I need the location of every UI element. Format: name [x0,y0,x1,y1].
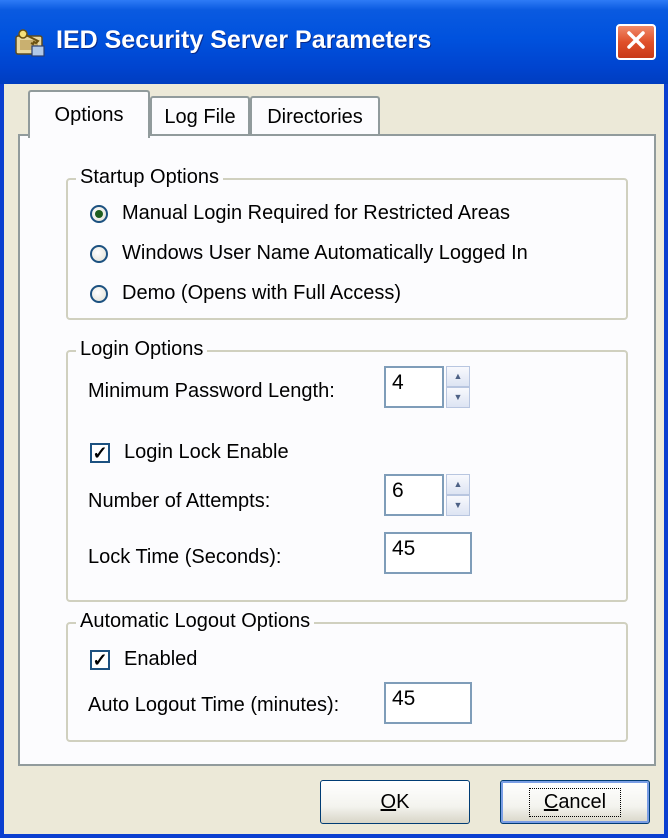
attempts-label: Number of Attempts: [88,490,271,512]
radio-manual-login[interactable]: Manual Login Required for Restricted Are… [90,202,510,225]
lock-time-label: Lock Time (Seconds): [88,546,282,568]
cancel-label: Cancel [528,787,622,817]
radio-demo[interactable]: Demo (Opens with Full Access) [90,282,401,305]
tab-directories[interactable]: Directories [250,96,380,136]
radio-manual-login-button[interactable] [90,204,108,223]
window-title: IED Security Server Parameters [56,26,432,54]
radio-demo-label: Demo (Opens with Full Access) [122,282,401,304]
attempts-spinner[interactable]: ▲ ▼ [446,474,470,516]
tab-log-file-label: Log File [164,105,236,128]
login-lock-checkbox-row[interactable]: ✓ Login Lock Enable [90,441,289,464]
logout-enabled-checkbox[interactable]: ✓ [90,649,110,670]
spin-down-icon[interactable]: ▼ [446,387,470,408]
logout-options-group [66,622,628,742]
login-lock-label: Login Lock Enable [124,441,289,463]
ok-rest: K [396,790,410,813]
tab-log-file[interactable]: Log File [150,96,250,136]
tab-directories-label: Directories [267,105,363,128]
spin-up-icon[interactable]: ▲ [446,366,470,387]
logout-options-legend: Automatic Logout Options [76,610,315,633]
logout-time-input[interactable]: 45 [384,682,472,724]
logout-enabled-label: Enabled [124,648,198,670]
logout-time-label: Auto Logout Time (minutes): [88,694,340,716]
security-key-icon [14,28,48,58]
min-password-input[interactable]: 4 [384,366,444,408]
attempts-input[interactable]: 6 [384,474,444,516]
min-password-spinner[interactable]: ▲ ▼ [446,366,470,408]
login-options-legend: Login Options [76,338,208,361]
spin-down-icon[interactable]: ▼ [446,495,470,516]
login-lock-checkbox[interactable]: ✓ [90,442,110,463]
ok-button[interactable]: OK [320,780,470,824]
title-bar[interactable]: IED Security Server Parameters [0,0,668,84]
tab-options-label: Options [54,103,124,126]
cancel-button[interactable]: Cancel [500,780,650,824]
lock-time-input[interactable]: 45 [384,532,472,574]
ok-accel: O [380,790,397,813]
radio-windows-user-label: Windows User Name Automatically Logged I… [122,242,528,264]
close-icon [625,29,647,56]
logout-enabled-checkbox-row[interactable]: ✓ Enabled [90,648,197,671]
radio-windows-user[interactable]: Windows User Name Automatically Logged I… [90,242,528,265]
dialog-window: IED Security Server Parameters Options L… [0,0,668,838]
close-button[interactable] [616,24,656,60]
spin-up-icon[interactable]: ▲ [446,474,470,495]
cancel-rest: ancel [558,790,607,813]
options-tab-panel: Startup Options Manual Login Required fo… [18,134,656,766]
startup-options-legend: Startup Options [76,166,223,189]
min-password-label: Minimum Password Length: [88,380,335,402]
radio-demo-button[interactable] [90,284,108,303]
tab-options[interactable]: Options [28,90,150,138]
radio-windows-user-button[interactable] [90,244,108,263]
cancel-accel: C [543,790,559,813]
radio-manual-login-label: Manual Login Required for Restricted Are… [122,202,510,224]
